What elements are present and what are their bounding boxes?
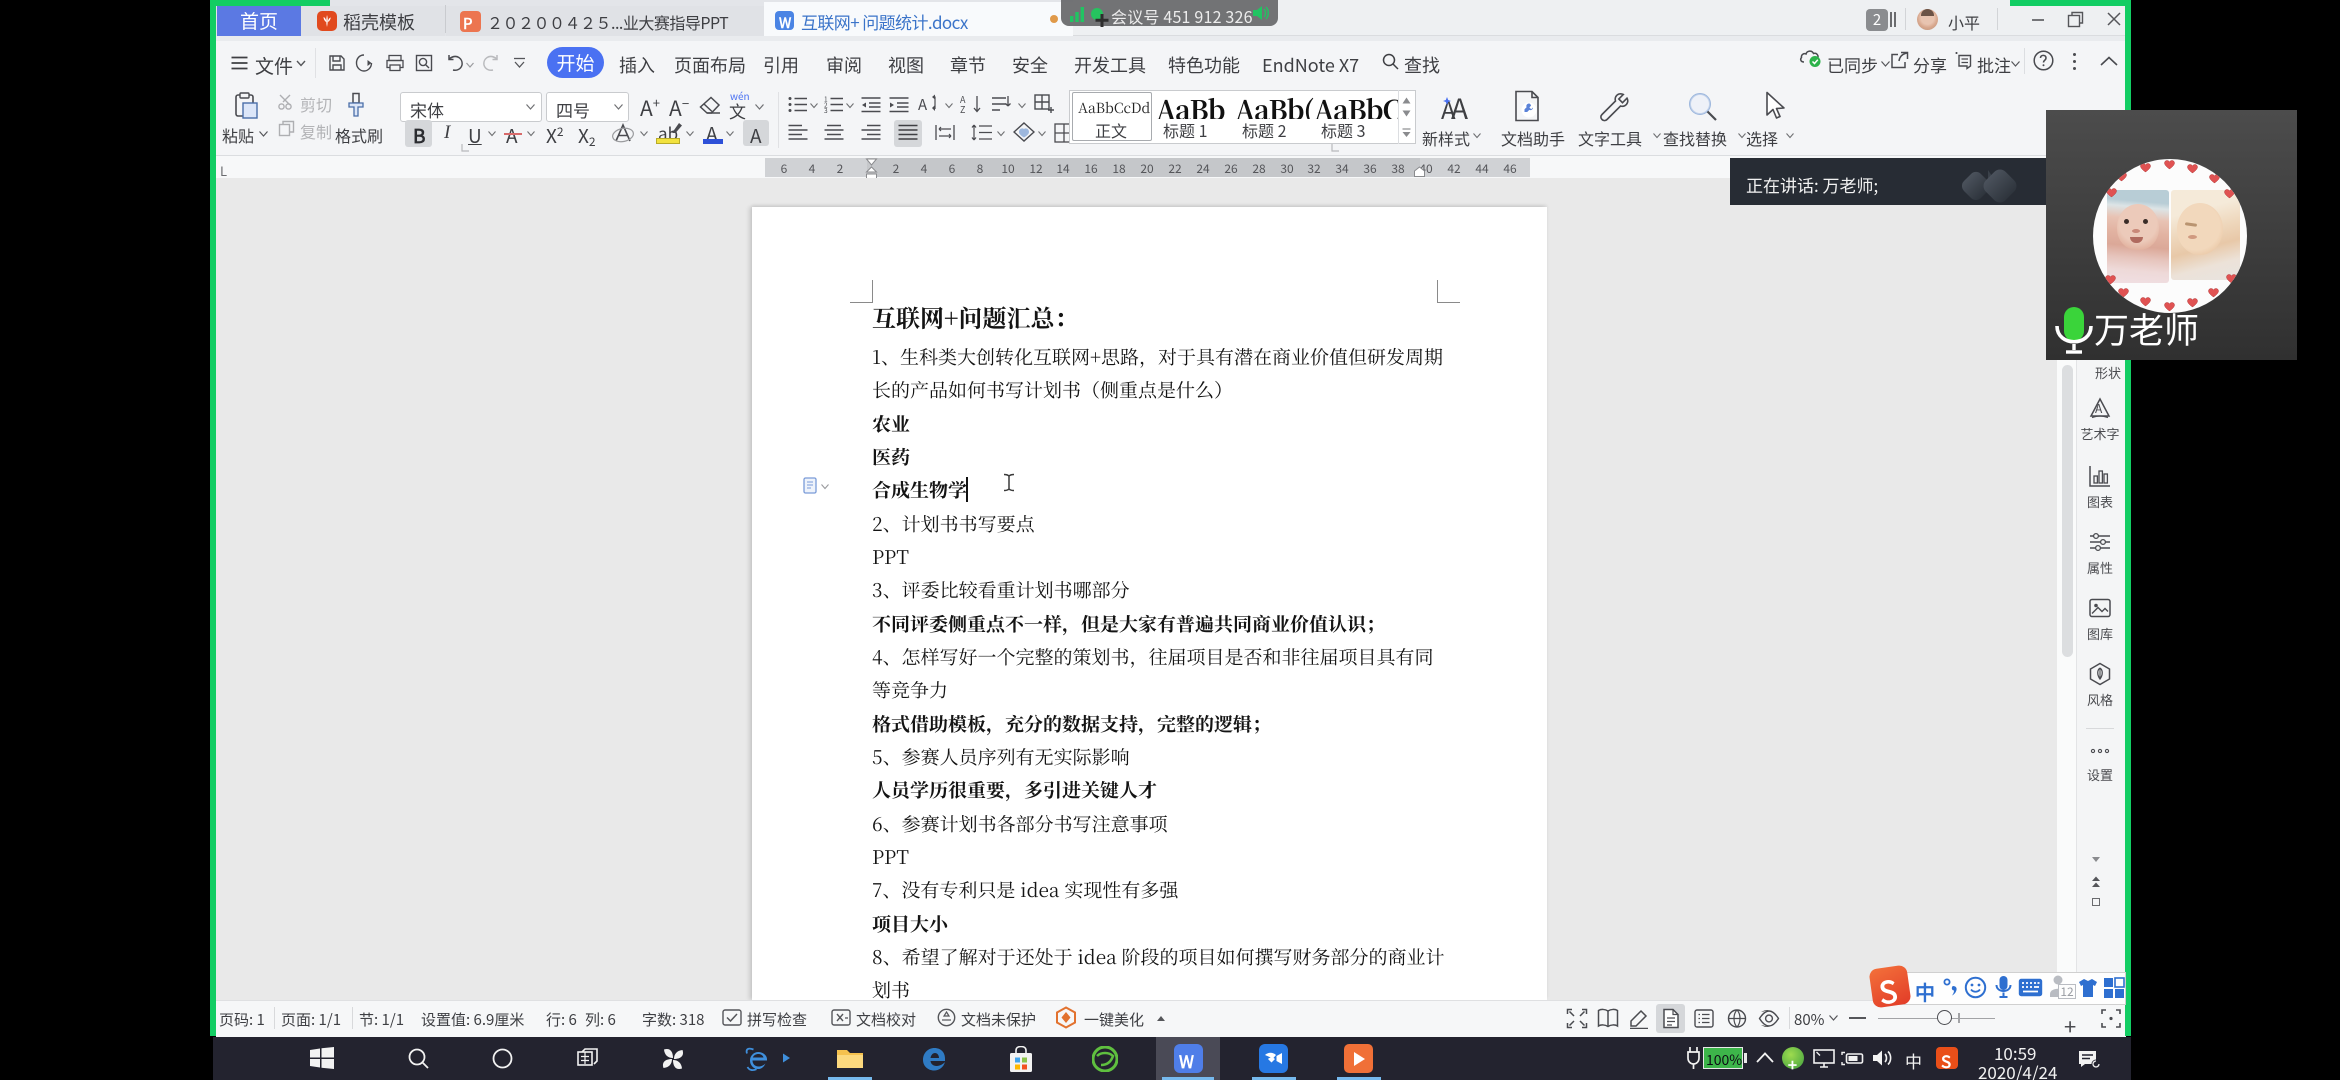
svg-text:Z: Z — [960, 103, 965, 114]
svg-text:A: A — [1451, 92, 1468, 122]
svg-text:3: 3 — [824, 105, 828, 113]
svg-text:A: A — [2095, 400, 2103, 417]
svg-text:A: A — [918, 94, 928, 114]
